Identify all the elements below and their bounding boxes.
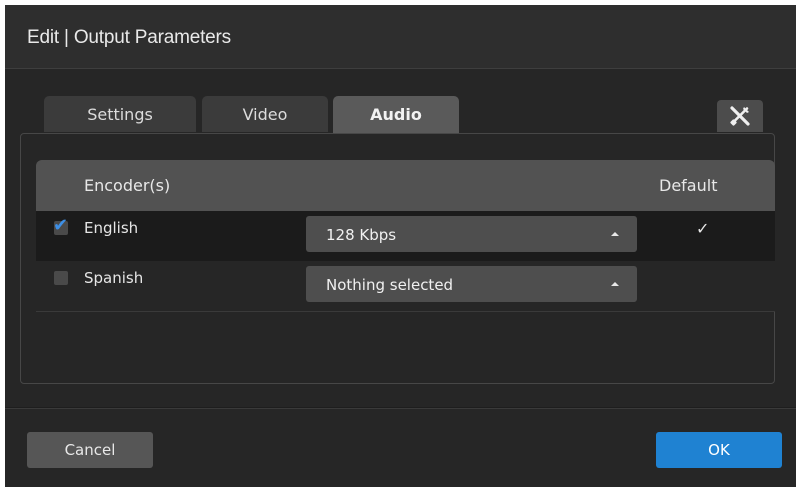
dialog-header: Edit | Output Parameters: [5, 5, 796, 69]
audio-panel: Encoder(s) Default ✔ English 128 Kbps ✓ …: [20, 133, 775, 384]
tab-audio[interactable]: Audio: [333, 96, 459, 133]
table-row: ✔ English 128 Kbps ✓: [36, 211, 775, 261]
language-label: Spanish: [84, 269, 144, 287]
language-label: English: [84, 219, 139, 237]
bitrate-select[interactable]: Nothing selected: [306, 266, 637, 302]
tab-settings[interactable]: Settings: [44, 96, 196, 132]
dialog-title: Edit | Output Parameters: [27, 27, 231, 48]
footer-divider: [5, 407, 796, 409]
select-value: Nothing selected: [326, 276, 454, 294]
checkmark-icon: ✔: [53, 215, 69, 236]
cancel-button[interactable]: Cancel: [27, 432, 153, 468]
spanish-checkbox[interactable]: [54, 271, 68, 285]
bitrate-select[interactable]: 128 Kbps: [306, 216, 637, 252]
select-value: 128 Kbps: [326, 226, 397, 244]
table-header: Encoder(s) Default: [36, 160, 775, 211]
tab-video[interactable]: Video: [202, 96, 328, 132]
default-mark[interactable]: ✓: [696, 219, 709, 238]
default-column-header: Default: [659, 176, 718, 195]
english-checkbox[interactable]: ✔: [53, 217, 68, 235]
caret-up-icon: [611, 282, 619, 286]
table-row: Spanish Nothing selected: [36, 261, 775, 311]
caret-up-icon: [611, 232, 619, 236]
ok-button[interactable]: OK: [656, 432, 782, 468]
encoders-column-header: Encoder(s): [84, 176, 171, 195]
tools-button[interactable]: [717, 100, 763, 132]
encoder-table: Encoder(s) Default ✔ English 128 Kbps ✓ …: [36, 160, 775, 312]
tools-icon: [730, 106, 750, 126]
edit-output-parameters-dialog: Edit | Output Parameters Settings Video …: [5, 5, 796, 487]
